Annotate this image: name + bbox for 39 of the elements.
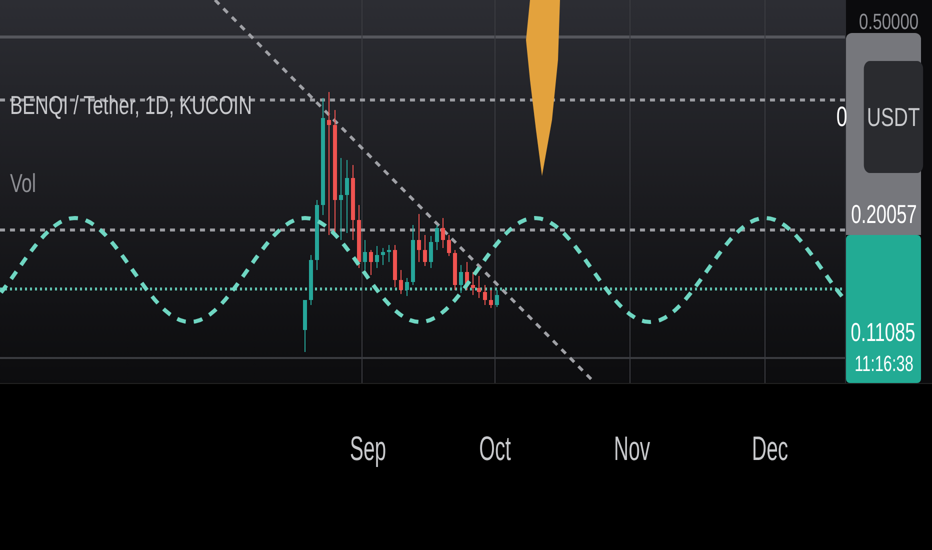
candlestick [417, 214, 421, 262]
candlestick [405, 278, 409, 296]
currency-prefix: 0 [836, 103, 848, 131]
price-label: 0.50000 [859, 11, 919, 33]
candlestick [387, 244, 391, 262]
currency-button[interactable]: USDT [864, 61, 923, 173]
candlestick [441, 218, 445, 248]
candlestick [411, 224, 415, 286]
month-label: Nov [614, 432, 650, 466]
price-value: 0.11085 [851, 319, 916, 345]
candlestick [465, 262, 469, 290]
candlestick [453, 250, 457, 290]
month-label: Oct [479, 432, 511, 466]
candlestick [375, 246, 379, 268]
candlestick [471, 272, 475, 296]
candlestick [309, 254, 313, 306]
candlestick [369, 250, 373, 276]
candlestick [399, 270, 403, 294]
candlestick [303, 300, 307, 352]
candlestick [477, 276, 481, 298]
candlestick [423, 234, 427, 266]
candlestick [489, 290, 493, 308]
candlestick [447, 234, 451, 256]
candlestick [315, 200, 319, 270]
candlestick [357, 204, 361, 268]
candlestick [483, 284, 487, 306]
candlestick [495, 290, 499, 308]
symbol-legend: BENQI / Tether, 1D, KUCOIN [10, 92, 252, 118]
countdown-timer: 11:16:38 [854, 353, 913, 375]
candlestick [363, 240, 367, 270]
candlestick [381, 248, 385, 266]
price-value: 0.20057 [850, 201, 916, 227]
month-label: Dec [752, 432, 788, 466]
candlestick [435, 224, 439, 250]
indicator-legend: Vol [10, 170, 36, 196]
candlestick [429, 236, 433, 268]
month-label: Sep [350, 432, 386, 466]
candlestick [393, 244, 397, 288]
candlestick [459, 264, 463, 294]
